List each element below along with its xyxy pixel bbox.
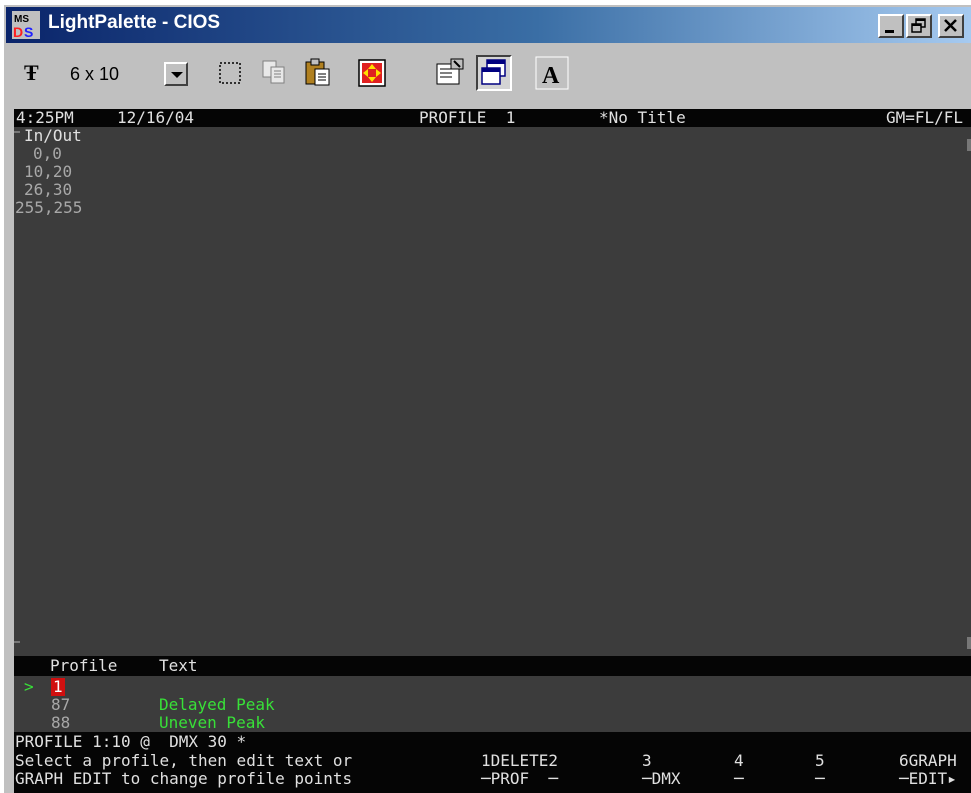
point-value: 0,0 (33, 144, 62, 163)
minimize-button[interactable] (878, 14, 904, 38)
properties-button[interactable] (432, 55, 468, 91)
minimize-icon (885, 30, 894, 33)
selection-marker: > (24, 677, 34, 696)
softkey-6-bottom[interactable]: ─EDIT▸ (899, 770, 957, 788)
header-time: 4:25PM (16, 109, 74, 127)
font-button[interactable]: A (534, 55, 570, 91)
msdos-app-icon: MS D S (12, 11, 40, 39)
mark-selection-icon (219, 62, 241, 84)
font-size-select[interactable]: Ŧ 6 x 10 (14, 57, 198, 90)
close-icon (944, 19, 957, 32)
mark-button[interactable] (212, 55, 248, 91)
properties-icon (436, 58, 464, 85)
dropdown-arrow-icon[interactable] (164, 62, 188, 86)
list-header-text: Text (159, 656, 198, 675)
point-value: 26,30 (24, 180, 73, 199)
prompt-row-2: GRAPH EDIT to change profile points ─PRO… (14, 770, 971, 788)
list-item-id: 88 (51, 713, 71, 732)
restore-icon (911, 18, 926, 33)
point-row[interactable]: 10,20 (14, 163, 971, 181)
header-date: 12/16/04 (117, 109, 195, 127)
prompt-row-1: Select a profile, then edit text or 1DEL… (14, 752, 971, 770)
svg-text:S: S (24, 24, 33, 39)
truetype-font-icon: Ŧ (24, 60, 39, 85)
header-show-title: *No Title (599, 109, 686, 127)
point-value: 255,255 (15, 198, 83, 217)
list-item-text: Uneven Peak (159, 713, 265, 732)
terminal-screen[interactable]: 4:25PM 12/16/04 PROFILE 1 *No Title GM=F… (14, 109, 971, 793)
header-grandmaster: GM=FL/FL (886, 109, 964, 127)
window-title: LightPalette - CIOS (48, 12, 221, 33)
prompt-line-1: Select a profile, then edit text or (15, 751, 353, 770)
list-item-id: 87 (51, 695, 71, 714)
softkey-1-bottom[interactable]: ─PROF ─ (481, 770, 558, 788)
points-header-row: In/Out (14, 127, 971, 145)
list-item[interactable]: 88 Uneven Peak (14, 714, 971, 732)
point-row[interactable]: 0,0 (14, 145, 971, 163)
copy-icon (262, 60, 285, 84)
command-line-row: PROFILE 1:10 @ DMX 30 * (14, 733, 971, 751)
softkey-4-bottom[interactable]: ─ (734, 770, 744, 788)
status-header: 4:25PM 12/16/04 PROFILE 1 *No Title GM=F… (14, 109, 971, 127)
command-line: PROFILE 1:10 @ DMX 30 * (15, 732, 247, 751)
svg-text:D: D (13, 24, 23, 39)
list-header: Profile Text (14, 656, 971, 676)
list-item[interactable]: > 1 (14, 678, 971, 696)
toolbar: Ŧ 6 x 10 A (6, 49, 971, 103)
fullscreen-icon (358, 59, 386, 87)
point-value: 10,20 (24, 162, 73, 181)
softkey-5-top[interactable]: 5 (815, 752, 825, 770)
graph-edge-marker (14, 641, 20, 643)
list-item-id: 1 (51, 677, 65, 696)
point-row[interactable]: 255,255 (14, 199, 971, 217)
header-mode: PROFILE 1 (419, 109, 516, 127)
font-icon: A (535, 56, 569, 90)
list-item-text: Delayed Peak (159, 695, 275, 714)
paste-button[interactable] (300, 55, 336, 91)
title-bar[interactable]: MS D S LightPalette - CIOS (6, 7, 971, 43)
softkey-3-top[interactable]: 3 (642, 752, 652, 770)
softkey-1-top[interactable]: 1DELETE2 (481, 752, 558, 770)
softkey-6-top[interactable]: 6GRAPH (899, 752, 957, 770)
point-row[interactable]: 26,30 (14, 181, 971, 199)
background-button[interactable] (476, 55, 512, 91)
copy-button[interactable] (256, 55, 292, 91)
background-window-icon (481, 59, 506, 85)
list-item[interactable]: 87 Delayed Peak (14, 696, 971, 714)
svg-text:A: A (542, 63, 560, 89)
fullscreen-button[interactable] (354, 55, 390, 91)
app-window: MS D S LightPalette - CIOS Ŧ 6 x 10 A 4:… (4, 5, 971, 793)
softkey-5-bottom[interactable]: ─ (815, 770, 825, 788)
list-header-profile: Profile (50, 656, 118, 675)
close-button[interactable] (938, 14, 964, 38)
prompt-line-2: GRAPH EDIT to change profile points (15, 769, 353, 788)
font-size-value: 6 x 10 (70, 64, 120, 84)
paste-icon (305, 58, 330, 86)
graph-edge-marker (967, 637, 971, 649)
maximize-button[interactable] (906, 14, 932, 38)
softkey-4-top[interactable]: 4 (734, 752, 744, 770)
softkey-3-bottom[interactable]: ─DMX (642, 770, 681, 788)
points-header: In/Out (24, 126, 82, 145)
